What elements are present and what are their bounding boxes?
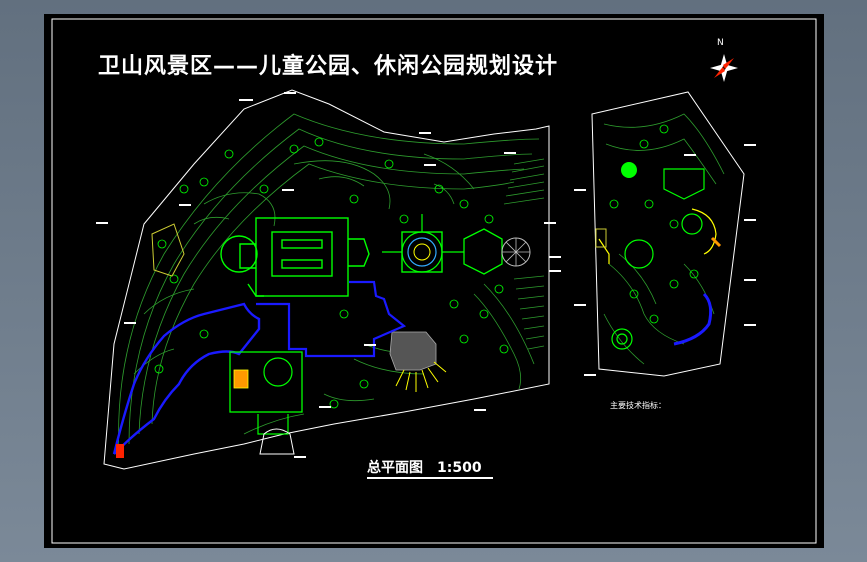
radial-feature [501,237,531,267]
play-area [229,351,303,435]
childrens-park-plan [96,89,561,470]
leisure-stream [673,292,713,346]
cad-viewport: 卫山风景区——儿童公园、休闲公园规划设计 N 总平面图 1:500 主要技术指标… [0,0,867,562]
leisure-park-plan [574,91,756,377]
leisure-pavilion [595,228,607,248]
plan-annotations [96,92,561,458]
scale-label-underline [367,477,493,479]
north-label: N [717,38,724,48]
main-entrance [116,428,295,458]
technical-indicators-label: 主要技术指标： [610,401,666,410]
hillside-steps [503,158,545,350]
leisure-pond-fill [621,162,637,178]
contour-lines [118,113,540,455]
leisure-annotations [574,144,756,376]
plan-scale-label: 总平面图 1:500 [367,460,482,476]
octagon-plaza [382,214,503,275]
north-arrow-icon [710,54,738,82]
leisure-site-boundary [591,91,745,377]
drawing-canvas[interactable]: 卫山风景区——儿童公园、休闲公园规划设计 N 总平面图 1:500 主要技术指标… [44,14,824,548]
site-boundary [103,89,550,470]
sundial-plaza [389,331,447,392]
stream [256,280,407,358]
leisure-path [691,208,717,255]
round-lawn [220,235,258,273]
leisure-structures [611,168,705,350]
drawing-title: 卫山风景区——儿童公园、休闲公园规划设计 [98,54,559,79]
central-plaza [239,217,370,297]
